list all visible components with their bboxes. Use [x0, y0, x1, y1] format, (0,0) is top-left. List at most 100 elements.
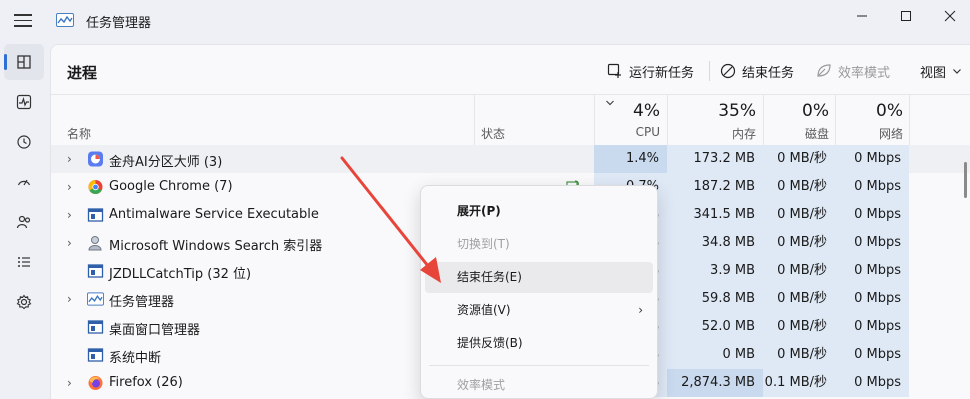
maximize-button[interactable]	[882, 0, 930, 32]
toolbar-divider	[709, 61, 710, 81]
performance-icon	[16, 94, 32, 110]
menu-separator	[429, 365, 649, 366]
menu-item-resource-values-label: 资源值(V)	[457, 303, 511, 317]
app-window-icon	[87, 207, 104, 223]
process-name: Microsoft Windows Search 索引器	[109, 239, 323, 254]
menu-item-efficiency-mode-label: 效率模式	[457, 378, 506, 392]
process-name: 系统中断	[109, 351, 162, 366]
memory-value: 187.2 MB	[667, 173, 763, 201]
memory-value: 52.0 MB	[667, 313, 763, 341]
menu-item-switch-to: 切换到(T)	[425, 229, 653, 260]
disk-value: 0 MB/秒	[763, 145, 835, 173]
network-percent: 0%	[876, 101, 903, 121]
app-window-icon	[87, 347, 104, 363]
end-task-icon	[720, 63, 736, 79]
expand-chevron-icon[interactable]: ›	[67, 377, 77, 389]
header-divider	[51, 94, 970, 95]
network-value: 0 Mbps	[835, 257, 909, 285]
process-name: Google Chrome (7)	[109, 179, 233, 194]
memory-value: 59.8 MB	[667, 285, 763, 313]
run-new-task-icon	[607, 63, 621, 78]
expand-chevron-icon[interactable]: ›	[67, 237, 77, 249]
menu-item-feedback-label: 提供反馈(B)	[457, 336, 523, 350]
menu-item-expand-label: 展开(P)	[457, 204, 501, 218]
network-value: 0 Mbps	[835, 341, 909, 369]
app-window-icon	[87, 319, 104, 335]
process-name: 金舟AI分区大师 (3)	[109, 155, 223, 170]
nav-startup-apps[interactable]	[4, 164, 44, 200]
menu-item-switch-to-label: 切换到(T)	[457, 237, 510, 251]
nav-users[interactable]	[4, 204, 44, 240]
efficiency-mode-label: 效率模式	[838, 65, 891, 81]
nav-details[interactable]	[4, 244, 44, 280]
page-title: 进程	[67, 64, 98, 82]
expand-chevron-icon[interactable]: ›	[67, 153, 77, 165]
context-menu: 展开(P) 切换到(T) 结束任务(E) 资源值(V) › 提供反馈(B) 效率模…	[420, 185, 658, 399]
window-title: 任务管理器	[86, 16, 152, 31]
memory-value: 173.2 MB	[667, 145, 763, 173]
maximize-icon	[901, 11, 911, 21]
menu-icon[interactable]	[14, 14, 32, 28]
task-manager-icon	[87, 291, 104, 307]
process-name: Firefox (26)	[109, 375, 183, 390]
disk-value: 0 MB/秒	[763, 341, 835, 369]
minimize-button[interactable]	[838, 0, 886, 32]
network-value: 0 Mbps	[835, 313, 909, 341]
network-value: 0 Mbps	[835, 201, 909, 229]
firefox-icon	[87, 375, 104, 391]
menu-item-expand[interactable]: 展开(P)	[425, 196, 653, 227]
column-name[interactable]: 名称	[67, 125, 91, 142]
chrome-icon	[87, 179, 104, 195]
menu-item-end-task[interactable]: 结束任务(E)	[425, 262, 653, 293]
column-status[interactable]: 状态	[481, 125, 505, 142]
disk-percent: 0%	[802, 101, 829, 121]
expand-chevron-icon[interactable]: ›	[67, 181, 77, 193]
column-cpu[interactable]: CPU	[594, 125, 660, 139]
memory-value: 0 MB	[667, 341, 763, 369]
network-value: 0 Mbps	[835, 229, 909, 257]
efficiency-mode-button[interactable]: 效率模式	[816, 59, 890, 83]
network-value: 0 Mbps	[835, 369, 909, 397]
column-divider	[474, 95, 475, 145]
menu-item-feedback[interactable]: 提供反馈(B)	[425, 328, 653, 359]
expand-chevron-icon[interactable]: ›	[67, 209, 77, 221]
nav-app-history[interactable]	[4, 124, 44, 160]
task-manager-app-icon	[56, 13, 74, 27]
disk-value: 0 MB/秒	[763, 313, 835, 341]
network-value: 0 Mbps	[835, 145, 909, 173]
close-icon	[944, 10, 956, 22]
nav-services[interactable]	[4, 284, 44, 320]
search-indexer-icon	[87, 235, 104, 251]
nav-performance[interactable]	[4, 84, 44, 120]
end-task-button[interactable]: 结束任务	[720, 59, 794, 83]
minimize-icon	[857, 15, 867, 17]
column-disk[interactable]: 磁盘	[763, 125, 829, 142]
view-label: 视图	[920, 65, 947, 81]
nav-processes[interactable]	[4, 44, 44, 80]
column-network[interactable]: 网络	[835, 125, 903, 142]
disk-value: 0 MB/秒	[763, 173, 835, 201]
memory-value: 341.5 MB	[667, 201, 763, 229]
jinzhou-icon	[87, 151, 104, 167]
expand-chevron-icon[interactable]: ›	[67, 293, 77, 305]
services-gear-icon	[16, 294, 32, 310]
app-window-icon	[87, 263, 104, 279]
network-value: 0 Mbps	[835, 173, 909, 201]
run-new-task-button[interactable]: 运行新任务	[607, 59, 694, 83]
menu-item-resource-values[interactable]: 资源值(V) ›	[425, 295, 653, 326]
column-divider	[909, 95, 910, 145]
vertical-scrollbar[interactable]	[964, 162, 967, 198]
disk-value: 0 MB/秒	[763, 201, 835, 229]
history-icon	[17, 135, 31, 149]
memory-value: 2,874.3 MB	[667, 369, 763, 397]
side-navigation	[0, 40, 50, 399]
memory-value: 34.8 MB	[667, 229, 763, 257]
leaf-icon	[817, 64, 831, 77]
close-button[interactable]	[926, 0, 970, 32]
column-memory[interactable]: 内存	[667, 125, 756, 142]
view-dropdown[interactable]: 视图	[920, 59, 962, 83]
end-task-label: 结束任务	[742, 65, 795, 81]
table-row[interactable]: › 金舟AI分区大师 (3) 1.4% 173.2 MB 0 MB/秒 0 Mbps	[51, 145, 970, 173]
run-new-task-label: 运行新任务	[629, 65, 695, 81]
menu-item-efficiency-mode: 效率模式	[425, 370, 653, 399]
